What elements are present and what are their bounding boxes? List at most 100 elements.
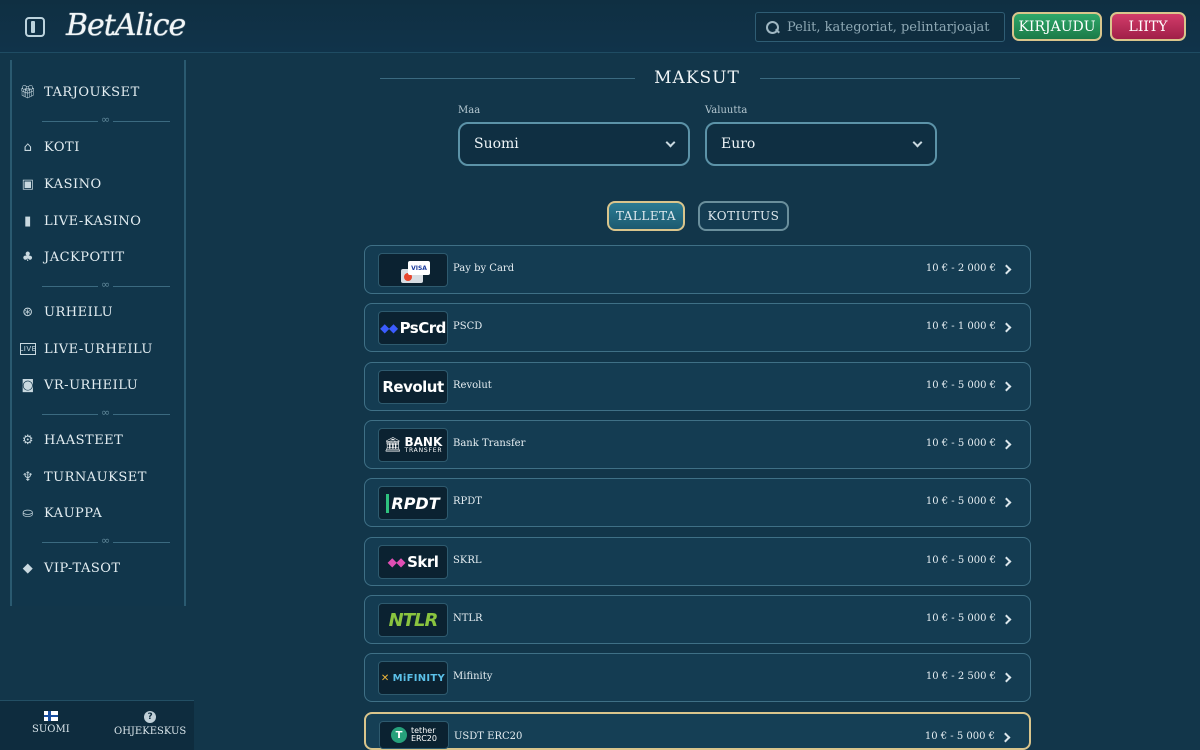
bank-transfer-logo: 🏛︎ BANK TRANSFER	[378, 428, 448, 462]
method-limit: 10 € - 5 000 €	[925, 380, 996, 391]
help-icon: ?	[144, 711, 157, 723]
method-limit: 10 € - 2 000 €	[925, 263, 996, 274]
ball-icon: ⊛	[22, 304, 34, 320]
chevron-right-icon	[1001, 614, 1012, 625]
revolut-logo: Revolut	[378, 370, 448, 404]
sidebar-item-haasteet[interactable]: ⚙ HAASTEET	[20, 428, 123, 452]
finland-flag-icon	[43, 711, 58, 721]
sidebar-toggle-icon[interactable]	[25, 17, 45, 37]
sidebar-item-jackpotit[interactable]: ♣ JACKPOTIT	[20, 245, 125, 269]
card-logo: VISA	[378, 253, 448, 287]
home-icon: ⌂	[23, 139, 33, 155]
trophy-icon: ♆	[21, 469, 35, 485]
sidebar-item-label: LIVE-KASINO	[44, 213, 142, 229]
country-label: Maa	[458, 105, 481, 116]
currency-select[interactable]: Euro	[705, 122, 937, 166]
ntlr-logo: NTLR	[378, 603, 448, 637]
sidebar-item-urheilu[interactable]: ⊛ URHEILU	[20, 300, 113, 324]
method-limit: 10 € - 5 000 €	[925, 438, 996, 449]
method-limit: 10 € - 5 000 €	[924, 731, 995, 742]
sidebar-item-label: KASINO	[44, 176, 102, 192]
sidebar-item-label: URHEILU	[44, 304, 114, 320]
slot-machine-icon: ▣	[21, 176, 35, 192]
sidebar-item-label: KAUPPA	[44, 505, 103, 521]
sidebar-divider	[42, 278, 170, 291]
language-label: SUOMI	[32, 724, 70, 735]
method-name: SKRL	[453, 555, 482, 566]
search-icon	[766, 20, 779, 34]
method-limit: 10 € - 5 000 €	[925, 555, 996, 566]
sidebar-item-koti[interactable]: ⌂ KOTI	[20, 135, 80, 159]
payment-method-row[interactable]: ◆◆ Skrl SKRL 10 € - 5 000 €	[364, 537, 1031, 586]
sidebar: 🎁︎ TARJOUKSET ⌂ KOTI ▣ KASINO ▮ LIVE-KAS…	[10, 60, 186, 606]
sidebar-divider	[42, 113, 170, 126]
payment-method-row[interactable]: VISA Pay by Card 10 € - 2 000 €	[364, 245, 1031, 294]
page-title: MAKSUT	[654, 68, 740, 88]
sidebar-item-tarjoukset[interactable]: 🎁︎ TARJOUKSET	[20, 80, 140, 104]
bank-icon: 🏛︎	[383, 437, 402, 453]
currency-label: Valuutta	[705, 105, 748, 116]
sidebar-item-label: HAASTEET	[44, 432, 124, 448]
payment-method-row[interactable]: RPDT RPDT 10 € - 5 000 €	[364, 478, 1031, 527]
chevron-down-icon	[912, 137, 923, 147]
payment-method-row[interactable]: Revolut Revolut 10 € - 5 000 €	[364, 362, 1031, 411]
challenge-icon: ⚙	[21, 432, 35, 448]
join-button[interactable]: LIITY	[1110, 12, 1186, 41]
chevron-right-icon	[1000, 732, 1011, 743]
payment-method-row[interactable]: ◆◆ PsCrd PSCD 10 € - 1 000 €	[364, 303, 1031, 352]
help-center-link[interactable]: ? OHJEKESKUS	[114, 711, 186, 737]
brand-logo[interactable]: BetAlice	[66, 8, 186, 43]
search-input[interactable]	[787, 19, 997, 35]
language-selector[interactable]: SUOMI	[32, 711, 70, 735]
method-name: Revolut	[453, 380, 492, 391]
chevron-right-icon	[1001, 556, 1012, 567]
diamond-icon: ◆	[22, 560, 34, 576]
title-divider-left	[380, 78, 635, 79]
method-name: PSCD	[453, 321, 483, 332]
chevron-right-icon	[1001, 322, 1012, 333]
payment-method-row[interactable]: 🏛︎ BANK TRANSFER Bank Transfer 10 € - 5 0…	[364, 420, 1031, 469]
payment-method-row[interactable]: ✕ MiFINITY Mifinity 10 € - 2 500 €	[364, 653, 1031, 702]
top-header: BetAlice KIRJAUDU LIITY	[0, 0, 1200, 53]
skrl-logo: ◆◆ Skrl	[378, 545, 448, 579]
chevron-right-icon	[1001, 439, 1012, 450]
mifinity-logo: ✕ MiFINITY	[378, 661, 448, 695]
tether-icon: T	[391, 727, 407, 743]
method-limit: 10 € - 1 000 €	[925, 321, 996, 332]
tab-withdraw[interactable]: KOTIUTUS	[698, 201, 789, 231]
method-name: RPDT	[453, 496, 482, 507]
method-name: NTLR	[453, 613, 483, 624]
sidebar-item-vr-urheilu[interactable]: ◙ VR-URHEILU	[20, 373, 138, 397]
payment-method-row[interactable]: T tether ERC20 USDT ERC20 10 € - 5 000 €	[364, 712, 1031, 750]
currency-value: Euro	[721, 136, 756, 152]
sidebar-item-label: TURNAUKSET	[44, 469, 147, 485]
sidebar-item-kasino[interactable]: ▣ KASINO	[20, 172, 102, 196]
sidebar-item-turnaukset[interactable]: ♆ TURNAUKSET	[20, 465, 147, 489]
sidebar-divider	[42, 534, 170, 547]
sidebar-item-vip-tasot[interactable]: ◆ VIP-TASOT	[20, 556, 121, 580]
rpdt-logo: RPDT	[378, 486, 448, 520]
chevron-right-icon	[1001, 672, 1012, 683]
sidebar-item-live-kasino[interactable]: ▮ LIVE-KASINO	[20, 209, 141, 233]
country-select[interactable]: Suomi	[458, 122, 690, 166]
sidebar-item-live-urheilu[interactable]: LIVE LIVE-URHEILU	[19, 337, 153, 361]
tab-deposit[interactable]: TALLETA	[607, 201, 685, 231]
payment-method-row[interactable]: NTLR NTLR 10 € - 5 000 €	[364, 595, 1031, 644]
vr-icon: ◙	[21, 377, 35, 393]
pscd-logo: ◆◆ PsCrd	[378, 311, 448, 345]
live-icon: LIVE	[19, 343, 37, 355]
method-limit: 10 € - 5 000 €	[925, 613, 996, 624]
chevron-right-icon	[1001, 264, 1012, 275]
sidebar-item-label: VR-URHEILU	[44, 377, 139, 393]
help-label: OHJEKESKUS	[114, 726, 187, 737]
clover-icon: ♣	[21, 249, 35, 265]
search-bar[interactable]	[755, 12, 1005, 42]
login-button[interactable]: KIRJAUDU	[1012, 12, 1102, 41]
title-divider-right	[760, 78, 1020, 79]
sidebar-item-label: VIP-TASOT	[44, 560, 121, 576]
chevron-right-icon	[1001, 497, 1012, 508]
method-name: Mifinity	[453, 671, 493, 682]
sidebar-item-label: KOTI	[44, 139, 80, 155]
sidebar-item-kauppa[interactable]: ⛀ KAUPPA	[20, 501, 102, 525]
sidebar-item-label: JACKPOTIT	[44, 249, 125, 265]
